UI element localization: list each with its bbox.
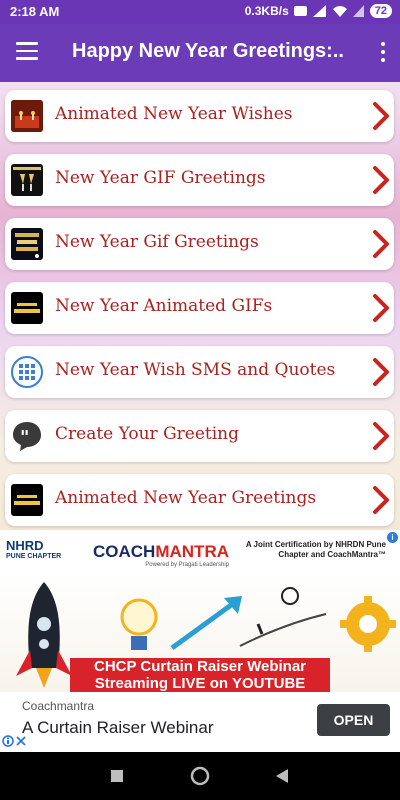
ad-banner-image[interactable]: NHRD PUNE CHAPTER COACHMANTRA Powered by… bbox=[0, 530, 400, 692]
wifi-icon bbox=[332, 6, 347, 17]
nhrd-logo-sub: PUNE CHAPTER bbox=[6, 553, 62, 560]
chevron-right-icon bbox=[373, 166, 389, 194]
champagne-thumbnail bbox=[11, 164, 43, 196]
back-icon[interactable] bbox=[275, 768, 289, 784]
happy-new-year-text-thumbnail bbox=[11, 292, 43, 324]
lightbulb-icon bbox=[120, 598, 158, 650]
quote-bubble-icon: " bbox=[11, 420, 43, 452]
system-nav-bar bbox=[0, 752, 400, 800]
list-item[interactable]: Animated New Year Wishes bbox=[5, 90, 394, 142]
battery-badge: 72 bbox=[369, 4, 392, 18]
item-label: New Year Animated GIFs bbox=[55, 296, 273, 316]
signal-icon-2 bbox=[352, 5, 364, 17]
more-options-icon[interactable] bbox=[380, 42, 386, 66]
list-item[interactable]: New Year Animated GIFs bbox=[5, 282, 394, 334]
home-icon[interactable] bbox=[190, 766, 210, 786]
app-title: Happy New Year Greetings:... bbox=[72, 40, 344, 62]
happy-new-year-text-thumbnail bbox=[11, 484, 43, 516]
recents-icon[interactable] bbox=[110, 769, 124, 783]
grid-icon bbox=[11, 356, 43, 388]
signal-icon bbox=[312, 5, 326, 17]
status-time: 2:18 AM bbox=[10, 4, 60, 19]
list-item[interactable]: New Year Wish SMS and Quotes bbox=[5, 346, 394, 398]
certification-text: A Joint Certification by NHRDN Pune Chap… bbox=[245, 540, 386, 559]
coachmantra-logo-sub: Powered by Pragati Leadership bbox=[145, 562, 229, 568]
chevron-right-icon bbox=[373, 102, 389, 130]
webinar-banner-text: CHCP Curtain Raiser Webinar Streaming LI… bbox=[70, 658, 330, 692]
chevron-right-icon bbox=[373, 422, 389, 450]
adchoices-icon[interactable] bbox=[2, 734, 28, 748]
ad-footer[interactable]: Coachmantra A Curtain Raiser Webinar OPE… bbox=[0, 692, 400, 752]
menu-icon[interactable] bbox=[16, 42, 38, 62]
chevron-right-icon bbox=[373, 486, 389, 514]
gear-icon bbox=[340, 596, 396, 652]
category-list: Animated New Year Wishes New Year GIF Gr… bbox=[0, 82, 400, 530]
ad-container[interactable]: NHRD PUNE CHAPTER COACHMANTRA Powered by… bbox=[0, 530, 400, 752]
item-label: Create Your Greeting bbox=[55, 424, 240, 444]
app-bar: Happy New Year Greetings:... bbox=[0, 24, 400, 82]
open-button[interactable]: OPEN bbox=[317, 704, 390, 736]
network-speed: 0.3KB/s bbox=[244, 4, 289, 18]
candles-thumbnail bbox=[11, 100, 43, 132]
list-item[interactable]: Animated New Year Greetings bbox=[5, 474, 394, 526]
ad-info-icon[interactable]: i bbox=[387, 532, 398, 543]
item-label: New Year Gif Greetings bbox=[55, 232, 259, 252]
chevron-right-icon bbox=[373, 294, 389, 322]
growth-arrow-icon bbox=[170, 596, 242, 651]
status-icons: 0.3KB/s 72 bbox=[245, 4, 392, 18]
volte-icon bbox=[293, 6, 307, 16]
status-bar: 2:18 AM 0.3KB/s 72 bbox=[0, 0, 400, 24]
item-label: Animated New Year Wishes bbox=[55, 104, 293, 124]
list-item[interactable]: New Year GIF Greetings bbox=[5, 154, 394, 206]
nhrd-logo-text: NHRD bbox=[6, 538, 44, 553]
advertiser-name: Coachmantra bbox=[22, 699, 95, 713]
coachmantra-logo: COACHMANTRA Powered by Pragati Leadershi… bbox=[93, 542, 229, 568]
item-label: New Year Wish SMS and Quotes bbox=[55, 360, 336, 380]
ad-headline[interactable]: A Curtain Raiser Webinar bbox=[22, 718, 214, 738]
coachmantra-logo-a: COACH bbox=[93, 542, 156, 561]
list-item[interactable]: " Create Your Greeting bbox=[5, 410, 394, 462]
item-label: Animated New Year Greetings bbox=[55, 488, 317, 508]
tightrope-walker-icon bbox=[239, 587, 327, 647]
svg-text:": " bbox=[20, 427, 29, 448]
item-label: New Year GIF Greetings bbox=[55, 168, 266, 188]
chevron-right-icon bbox=[373, 230, 389, 258]
nhrd-logo: NHRD PUNE CHAPTER bbox=[6, 538, 61, 560]
list-item[interactable]: New Year Gif Greetings bbox=[5, 218, 394, 270]
happy-new-year-thumbnail bbox=[11, 228, 43, 260]
chevron-right-icon bbox=[373, 358, 389, 386]
